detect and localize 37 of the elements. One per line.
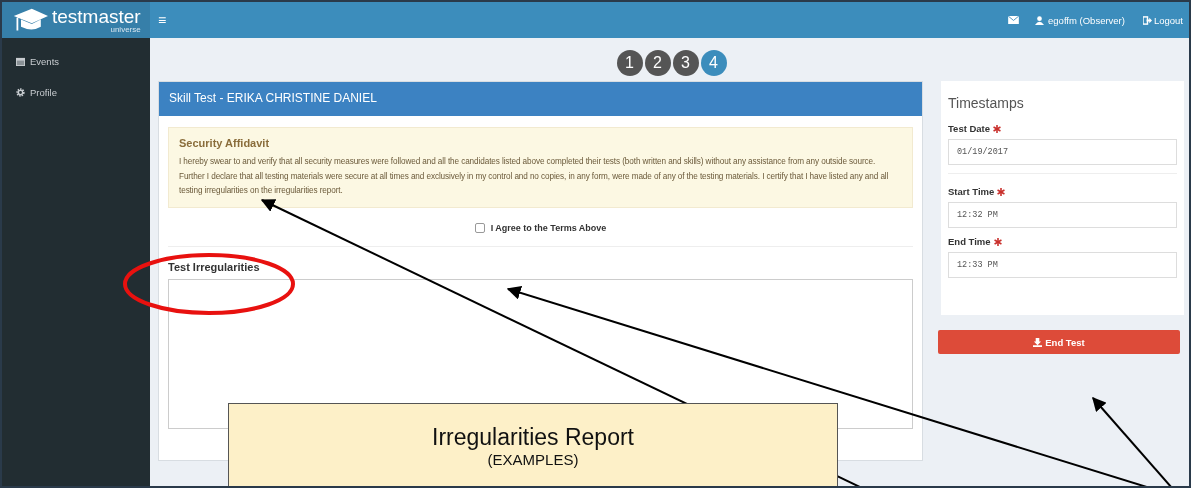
user-icon: [1035, 15, 1045, 25]
calendar-icon: [16, 57, 25, 66]
field-label: End Time: [948, 236, 991, 247]
callout-subtitle: (EXAMPLES): [486, 451, 580, 468]
asterisk-icon: [997, 187, 1006, 196]
download-icon: [1033, 337, 1043, 347]
asterisk-icon: [993, 237, 1002, 246]
brand-logo[interactable]: testmaster universe: [2, 2, 150, 38]
affidavit-title: Security Affidavit: [179, 137, 271, 149]
time-input[interactable]: 12:33 PM: [948, 252, 1177, 278]
agree-label: I Agree to the Terms Above: [490, 222, 607, 233]
asterisk-icon: [993, 124, 1002, 133]
agree-checkbox[interactable]: [474, 222, 485, 233]
irregularities-label: Test Irregularities: [168, 260, 261, 273]
end-test-button[interactable]: End Test: [938, 330, 1180, 354]
sidebar-item[interactable]: Profile: [2, 77, 150, 108]
menu-toggle[interactable]: ≡: [150, 12, 175, 28]
time-input[interactable]: 12:32 PM: [948, 202, 1177, 228]
date-input[interactable]: 01/19/2017: [948, 139, 1177, 165]
sidebar-item[interactable]: Events: [2, 46, 150, 77]
user-menu[interactable]: egoffm (Observer): [1035, 14, 1125, 26]
step-button[interactable]: 1: [616, 50, 643, 76]
brand-name: testmaster: [52, 6, 141, 26]
sign-out-icon: [1142, 15, 1152, 25]
gear-icon: [16, 88, 25, 97]
field-label: Test Date: [948, 123, 991, 134]
step-button[interactable]: 3: [672, 50, 699, 76]
brand-tagline: universe: [110, 25, 141, 34]
step-button[interactable]: 2: [644, 50, 671, 76]
timestamps-title: Timestamps: [948, 95, 1025, 111]
mail-icon[interactable]: [1008, 16, 1020, 24]
panel-title: Skill Test - ERIKA CHRISTINE DANIEL: [159, 82, 922, 116]
callout-title: Irregularities Report: [432, 424, 634, 451]
logout-link[interactable]: Logout: [1142, 14, 1183, 26]
field-label: Start Time: [948, 186, 995, 197]
step-button[interactable]: 4: [700, 50, 727, 76]
affidavit-text: I hereby swear to and verify that all security measures were followed and all the candidates listed above completed their tests (both written and skills) without any assistance from any outside source. Further I declare that all testing materials were secure at all times and exclusively in my control and no copies, in any form, were made of any of the testing materials. I certify that I have listed any and all testing irregularities on the irregularities report.: [179, 156, 890, 197]
